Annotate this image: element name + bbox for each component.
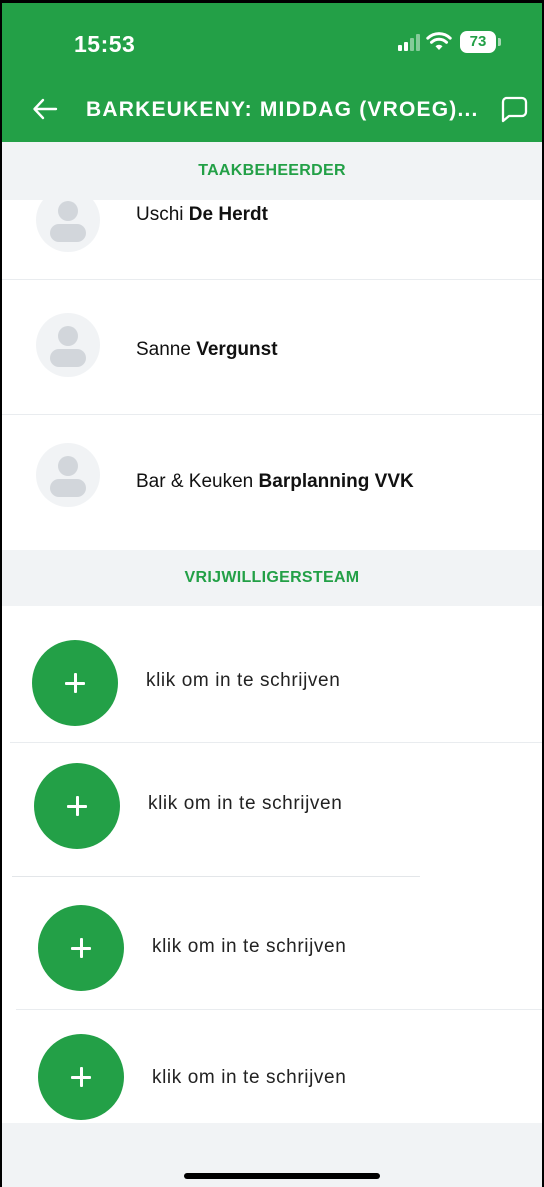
avatar-icon bbox=[36, 188, 100, 252]
manager-row[interactable]: Uschi De Herdt bbox=[2, 188, 542, 280]
manager-name: Sanne Vergunst bbox=[136, 339, 278, 360]
wifi-icon bbox=[426, 32, 452, 50]
screen-border-left bbox=[0, 0, 2, 1187]
home-indicator[interactable] bbox=[184, 1173, 380, 1179]
signup-label: klik om in te schrijven bbox=[152, 936, 347, 957]
plus-icon[interactable] bbox=[32, 640, 118, 726]
signup-label: klik om in te schrijven bbox=[152, 1067, 347, 1088]
signup-label: klik om in te schrijven bbox=[146, 670, 341, 691]
signup-slot[interactable]: klik om in te schrijven bbox=[10, 606, 542, 743]
plus-icon[interactable] bbox=[34, 763, 120, 849]
manager-name: Uschi De Herdt bbox=[136, 204, 268, 225]
section-header-team: VRIJWILLIGERSTEAM bbox=[2, 550, 542, 606]
page-title: BARKEUKENY: MIDDAG (VROEG)... bbox=[86, 98, 479, 121]
plus-icon[interactable] bbox=[38, 1034, 124, 1120]
signup-slot[interactable]: klik om in te schrijven bbox=[16, 877, 542, 1010]
avatar-icon bbox=[36, 313, 100, 377]
manager-name: Bar & Keuken Barplanning VVK bbox=[136, 471, 414, 492]
signup-slot[interactable]: klik om in te schrijven bbox=[16, 1010, 542, 1123]
plus-icon[interactable] bbox=[38, 905, 124, 991]
chat-bubble-icon[interactable] bbox=[500, 95, 528, 123]
status-time: 15:53 bbox=[74, 31, 136, 57]
battery-nub bbox=[498, 38, 501, 46]
signal-icon bbox=[398, 33, 420, 51]
manager-row[interactable]: Sanne Vergunst bbox=[2, 280, 542, 415]
signup-label: klik om in te schrijven bbox=[148, 793, 343, 814]
battery-indicator: 73 bbox=[460, 31, 496, 53]
avatar-icon bbox=[36, 443, 100, 507]
manager-row[interactable]: Bar & Keuken Barplanning VVK bbox=[2, 415, 542, 549]
back-arrow-icon[interactable] bbox=[32, 96, 58, 122]
signup-slot[interactable]: klik om in te schrijven bbox=[12, 743, 542, 875]
